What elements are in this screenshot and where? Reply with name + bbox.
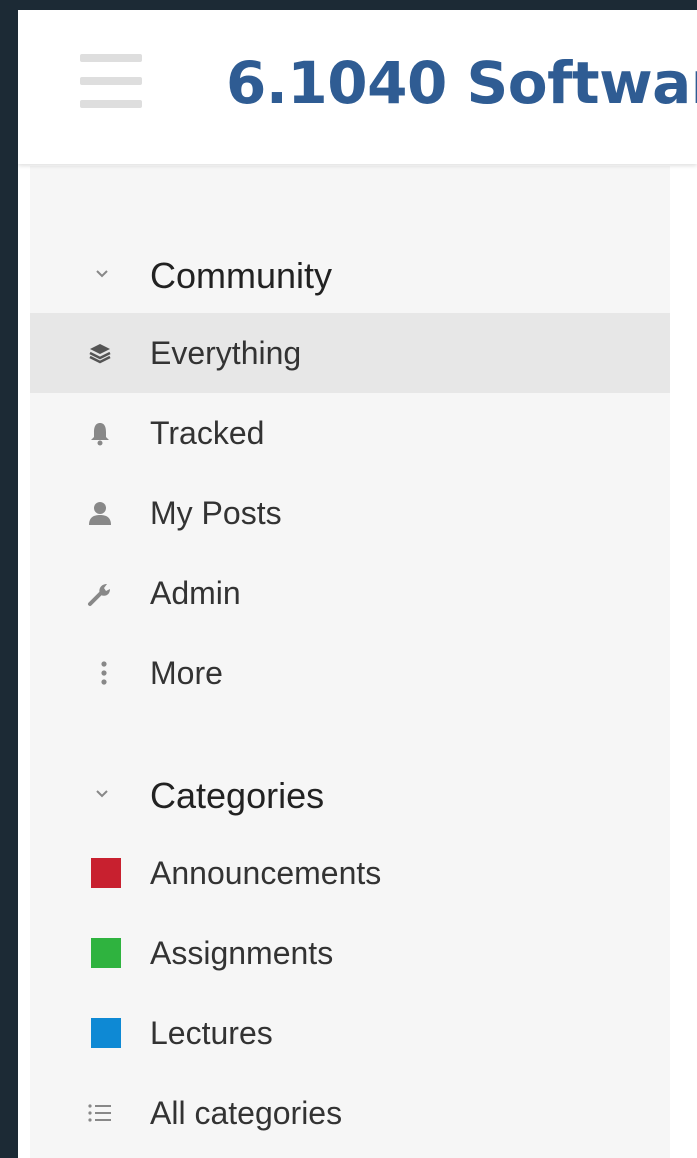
category-color-swatch: [91, 858, 121, 888]
app-window: 6.1040 Software Community Everything Tra…: [18, 10, 697, 1158]
category-color-swatch: [91, 938, 121, 968]
site-header: 6.1040 Software: [18, 10, 697, 164]
sidebar-item-lectures[interactable]: Lectures: [30, 993, 670, 1073]
sidebar-item-assignments[interactable]: Assignments: [30, 913, 670, 993]
community-section-header[interactable]: Community: [30, 244, 670, 304]
vertical-ellipsis-icon: [101, 661, 107, 685]
chevron-down-icon: [96, 790, 108, 798]
sidebar-item-my-posts[interactable]: My Posts: [30, 473, 670, 553]
category-color-swatch: [91, 1018, 121, 1048]
sidebar-item-label: More: [150, 655, 223, 691]
sidebar-item-announcements[interactable]: Announcements: [30, 833, 670, 913]
sidebar-item-all-categories[interactable]: All categories: [30, 1073, 670, 1153]
hamburger-menu-icon[interactable]: [80, 54, 142, 110]
wrench-icon: [88, 584, 110, 606]
sidebar-item-label: Lectures: [150, 1015, 273, 1051]
user-icon: [89, 502, 111, 525]
site-title[interactable]: 6.1040 Software: [226, 48, 697, 118]
sidebar-item-label: Assignments: [150, 935, 334, 971]
categories-section-header[interactable]: Categories: [30, 764, 670, 824]
sidebar-item-label: Announcements: [150, 855, 382, 891]
chevron-down-icon: [96, 270, 108, 278]
sidebar-item-label: Admin: [150, 575, 241, 611]
sidebar-item-everything[interactable]: Everything: [30, 313, 670, 393]
categories-section-label: Categories: [150, 775, 325, 816]
sidebar: Community Everything Tracked My Posts Ad…: [30, 166, 670, 1158]
sidebar-item-label: All categories: [150, 1095, 343, 1131]
bell-icon: [91, 423, 109, 446]
sidebar-item-label: My Posts: [150, 495, 282, 531]
list-icon: [88, 1104, 111, 1122]
sidebar-item-tracked[interactable]: Tracked: [30, 393, 670, 473]
community-section-label: Community: [150, 255, 333, 296]
sidebar-item-admin[interactable]: Admin: [30, 553, 670, 633]
sidebar-item-label: Everything: [150, 335, 302, 371]
sidebar-item-more[interactable]: More: [30, 633, 670, 713]
sidebar-item-label: Tracked: [150, 415, 265, 451]
layers-icon: [89, 344, 111, 364]
